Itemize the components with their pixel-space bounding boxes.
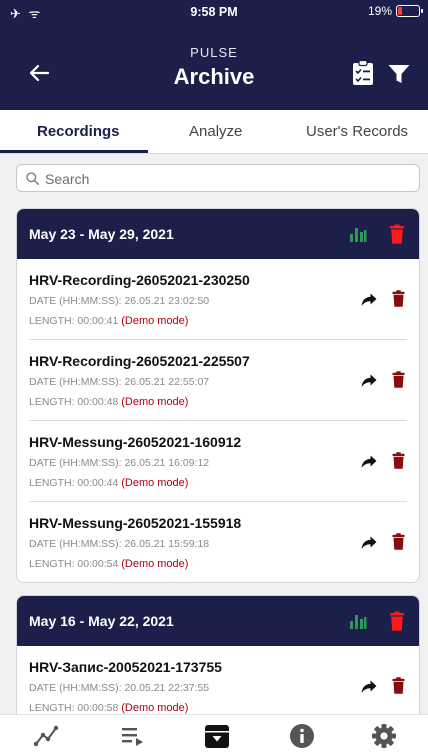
demo-mode-label: (Demo mode) (121, 477, 189, 489)
archive-icon[interactable] (204, 723, 230, 749)
recording-name: HRV-Messung-26052021-155918 (29, 515, 242, 531)
search-icon (26, 172, 39, 185)
battery-icon (396, 5, 423, 17)
recording-name: HRV-Recording-26052021-230250 (29, 272, 250, 288)
gear-icon[interactable] (371, 723, 397, 749)
demo-mode-label: (Demo mode) (121, 315, 189, 327)
bottom-nav (0, 714, 428, 756)
trend-icon[interactable] (33, 723, 59, 749)
list-item[interactable]: HRV-Recording-26052021-230250 DATE (HH:M… (29, 259, 407, 340)
trash-icon[interactable] (389, 224, 405, 244)
list-item[interactable]: HRV-Messung-26052021-155918 DATE (HH:MM:… (29, 502, 407, 582)
share-icon[interactable] (361, 536, 377, 550)
share-icon[interactable] (361, 680, 377, 694)
status-bar: ✈ ᯤ 9:58 PM 19% (0, 0, 428, 24)
week-range-title: May 16 - May 22, 2021 (29, 613, 174, 629)
trash-icon[interactable] (392, 533, 405, 550)
share-icon[interactable] (361, 293, 377, 307)
trash-icon[interactable] (392, 290, 405, 307)
recording-length: LENGTH: 00:00:48 (Demo mode) (29, 396, 189, 408)
bar-chart-icon[interactable] (349, 225, 367, 243)
week-group-header: May 16 - May 22, 2021 (17, 596, 419, 646)
filter-icon[interactable] (388, 64, 410, 84)
search-bar[interactable] (16, 164, 420, 192)
trash-icon[interactable] (389, 611, 405, 631)
recording-date: DATE (HH:MM:SS): 20.05.21 22:37:55 (29, 682, 210, 694)
trash-icon[interactable] (392, 371, 405, 388)
search-input[interactable] (45, 169, 405, 189)
recording-date: DATE (HH:MM:SS): 26.05.21 22:55:07 (29, 376, 210, 388)
trash-icon[interactable] (392, 452, 405, 469)
week-group-header: May 23 - May 29, 2021 (17, 209, 419, 259)
recording-date: DATE (HH:MM:SS): 26.05.21 16:09:12 (29, 457, 210, 469)
week-range-title: May 23 - May 29, 2021 (29, 226, 174, 242)
recording-name: HRV-Messung-26052021-160912 (29, 434, 242, 450)
info-icon[interactable] (289, 723, 315, 749)
week-group: May 23 - May 29, 2021 HRV-Recording-2605… (16, 208, 420, 583)
tab-recordings[interactable]: Recordings (37, 123, 120, 140)
list-play-icon[interactable] (120, 723, 146, 749)
share-icon[interactable] (361, 455, 377, 469)
recording-length: LENGTH: 00:00:44 (Demo mode) (29, 477, 189, 489)
list-item[interactable]: HRV-Messung-26052021-160912 DATE (HH:MM:… (29, 421, 407, 502)
app-header: ✈ ᯤ 9:58 PM 19% PULSE Archive (0, 0, 428, 110)
battery-percent: 19% (367, 4, 392, 18)
clipboard-check-icon[interactable] (352, 60, 374, 86)
tab-users-records[interactable]: User's Records (306, 123, 408, 140)
bar-chart-icon[interactable] (349, 612, 367, 630)
demo-mode-label: (Demo mode) (121, 396, 189, 408)
recording-length: LENGTH: 00:00:58 (Demo mode) (29, 702, 189, 714)
week-group: May 16 - May 22, 2021 HRV-Запис-20052021… (16, 595, 420, 725)
demo-mode-label: (Demo mode) (121, 558, 189, 570)
tab-analyze[interactable]: Analyze (189, 123, 242, 140)
list-item[interactable]: HRV-Recording-26052021-225507 DATE (HH:M… (29, 340, 407, 421)
recording-name: HRV-Запис-20052021-173755 (29, 659, 222, 675)
tab-bar: Recordings Analyze User's Records (0, 110, 428, 154)
active-tab-indicator (0, 150, 148, 153)
demo-mode-label: (Demo mode) (121, 702, 189, 714)
recording-name: HRV-Recording-26052021-225507 (29, 353, 250, 369)
recording-date: DATE (HH:MM:SS): 26.05.21 23:02:50 (29, 295, 210, 307)
share-icon[interactable] (361, 374, 377, 388)
app-subtitle: PULSE (190, 45, 238, 60)
recording-length: LENGTH: 00:00:54 (Demo mode) (29, 558, 189, 570)
status-time: 9:58 PM (190, 5, 238, 19)
trash-icon[interactable] (392, 677, 405, 694)
recording-date: DATE (HH:MM:SS): 26.05.21 15:59:18 (29, 538, 210, 550)
battery-status: 19% (367, 4, 423, 18)
recording-length: LENGTH: 00:00:41 (Demo mode) (29, 315, 189, 327)
